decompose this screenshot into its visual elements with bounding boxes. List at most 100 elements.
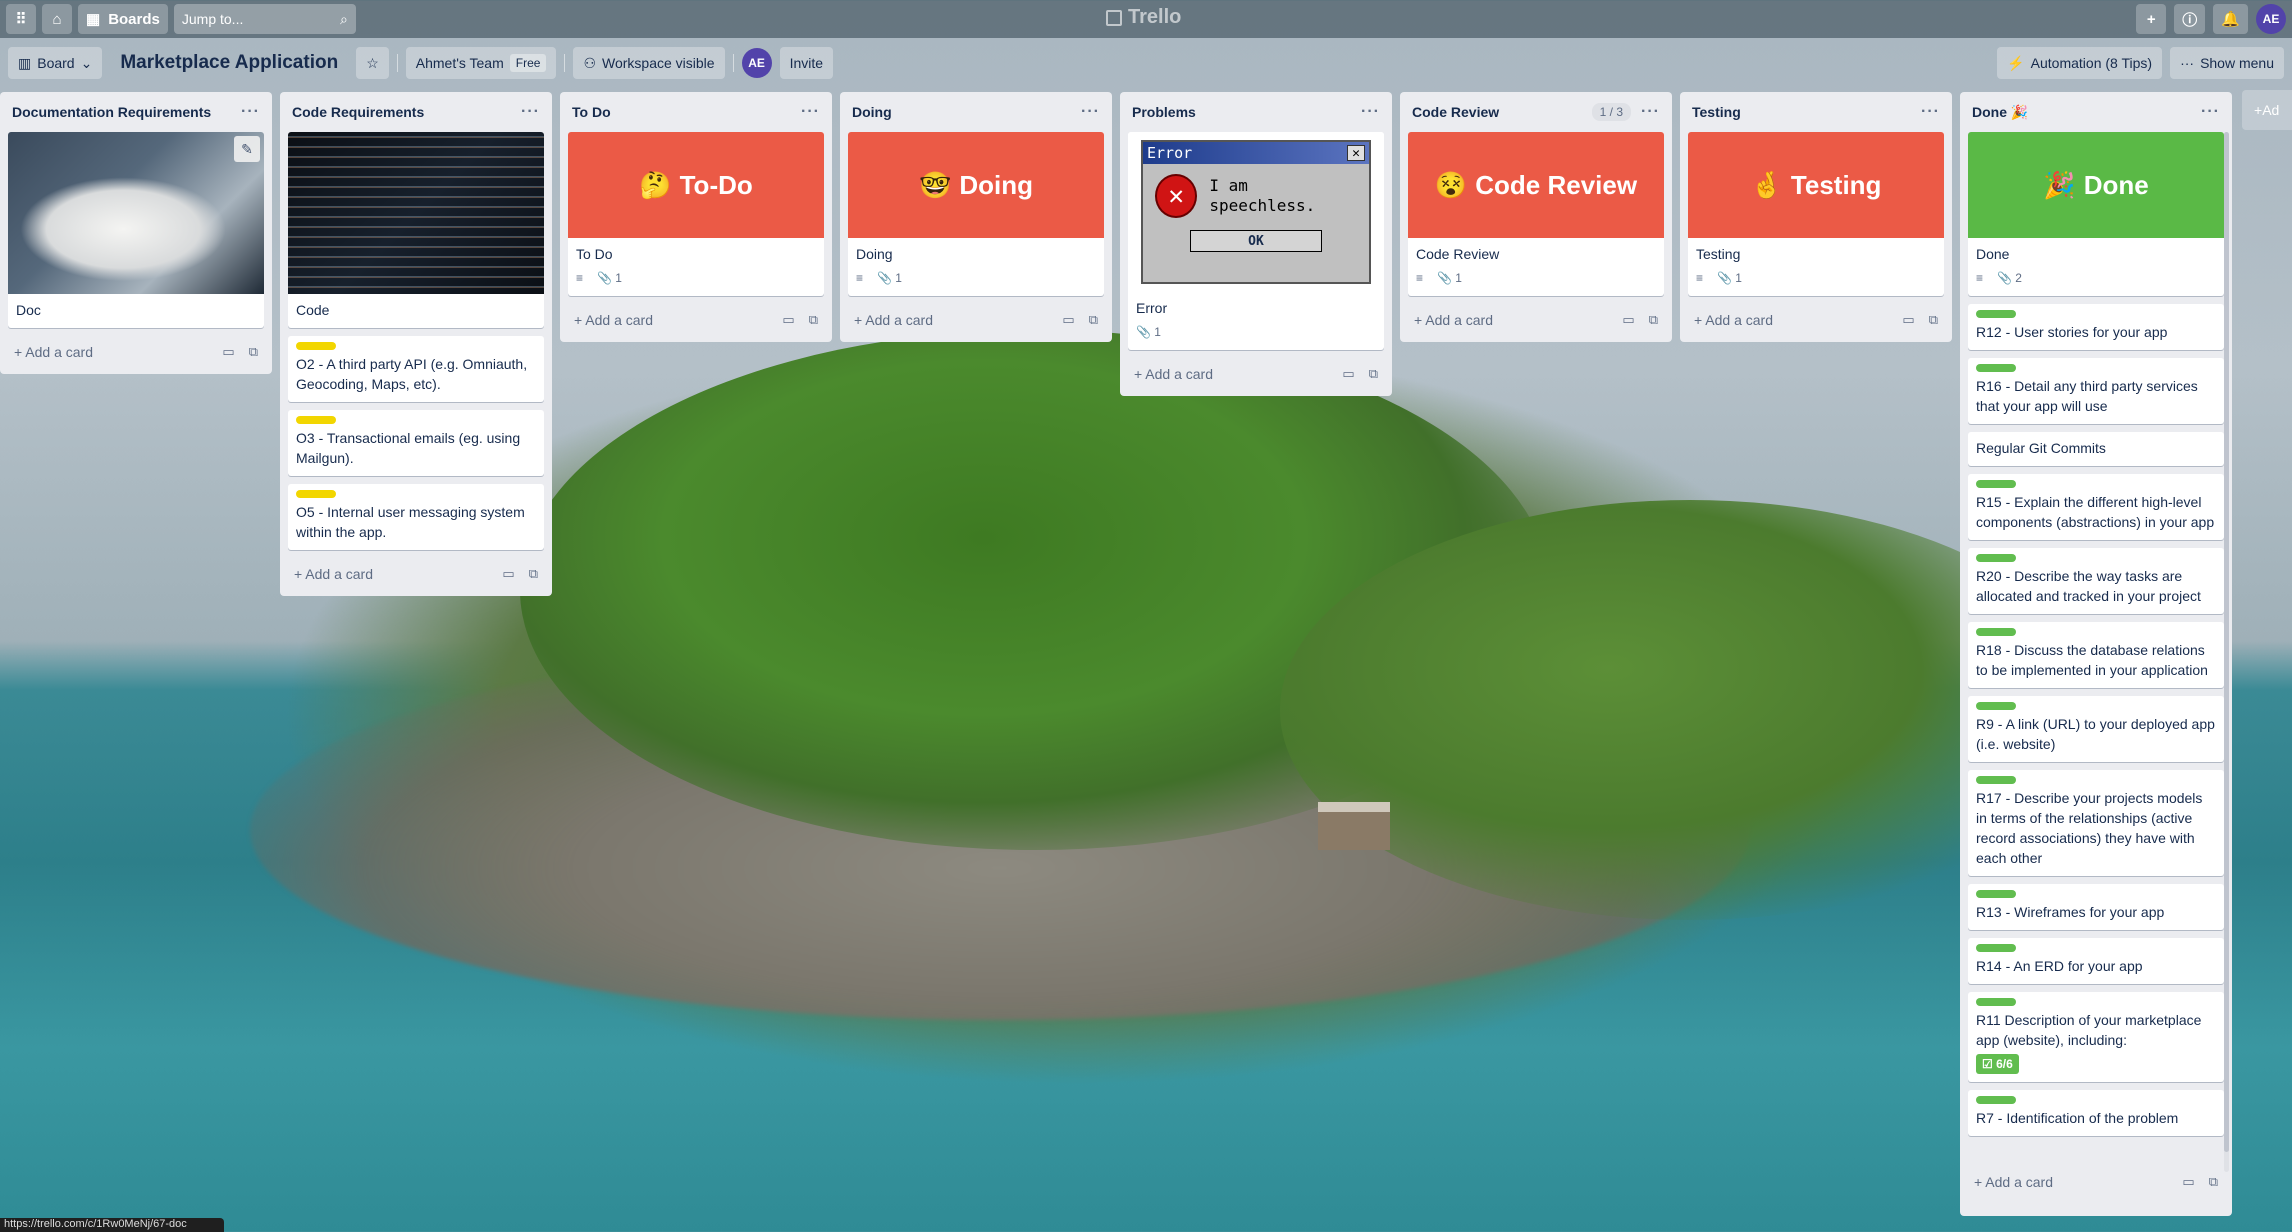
list-menu-icon[interactable]: ···	[801, 103, 820, 121]
card-r12[interactable]: R12 - User stories for your app	[1968, 304, 2224, 350]
card-doing[interactable]: 🤓 Doing Doing ≡ 📎 1	[848, 132, 1104, 296]
template-icon[interactable]: ▭	[1902, 312, 1914, 328]
card-r20[interactable]: R20 - Describe the way tasks are allocat…	[1968, 548, 2224, 614]
list-header[interactable]: Testing ···	[1688, 92, 1944, 132]
card-r7[interactable]: R7 - Identification of the problem	[1968, 1090, 2224, 1136]
list-menu-icon[interactable]: ···	[521, 103, 540, 121]
invite-button[interactable]: Invite	[779, 47, 834, 79]
card-r13[interactable]: R13 - Wireframes for your app	[1968, 884, 2224, 930]
card-label-yellow[interactable]	[296, 490, 336, 498]
card-label-green[interactable]	[1976, 998, 2016, 1006]
list-title[interactable]: Documentation Requirements	[12, 104, 211, 120]
card-o5[interactable]: O5 - Internal user messaging system with…	[288, 484, 544, 550]
card-label-green[interactable]	[1976, 890, 2016, 898]
list-title[interactable]: Code Review	[1412, 104, 1499, 120]
jump-to-search[interactable]: Jump to... ⌕	[173, 4, 356, 34]
board-view-switcher[interactable]: ▥ Board ⌄	[8, 47, 103, 79]
list-menu-icon[interactable]: ···	[1361, 103, 1380, 121]
home-icon[interactable]: ⌂	[42, 4, 72, 34]
list-title-wrap[interactable]: Done 🎉	[1972, 104, 2028, 121]
show-menu-button[interactable]: ··· Show menu	[2170, 47, 2284, 79]
add-card-button[interactable]: + Add a card	[574, 312, 653, 328]
list-menu-icon[interactable]: ···	[2201, 103, 2220, 121]
create-plus-icon[interactable]: +	[2136, 4, 2167, 34]
card-label-yellow[interactable]	[296, 416, 336, 424]
card-label-green[interactable]	[1976, 776, 2016, 784]
list-menu-icon[interactable]: ···	[241, 103, 260, 121]
card-done[interactable]: 🎉 Done Done ≡ 📎 2	[1968, 132, 2224, 296]
list-menu-icon[interactable]: ···	[1921, 103, 1940, 121]
card-template-icon[interactable]: ⧉	[809, 312, 818, 328]
card-label-green[interactable]	[1976, 310, 2016, 318]
template-icon[interactable]: ▭	[1062, 312, 1074, 328]
list-title[interactable]: To Do	[572, 104, 611, 120]
card-r15[interactable]: R15 - Explain the different high-level c…	[1968, 474, 2224, 540]
trello-logo[interactable]: Trello	[1106, 6, 1181, 29]
add-card-button[interactable]: + Add a card	[14, 344, 93, 360]
list-title[interactable]: Doing	[852, 104, 892, 120]
list-scrollbar[interactable]	[2224, 132, 2229, 1172]
list-header[interactable]: Documentation Requirements ···	[8, 92, 264, 132]
card-r17[interactable]: R17 - Describe your projects models in t…	[1968, 770, 2224, 876]
add-card-button[interactable]: + Add a card	[1134, 366, 1213, 382]
add-card-button[interactable]: + Add a card	[854, 312, 933, 328]
card-doc[interactable]: ✎ Doc	[8, 132, 264, 328]
card-template-icon[interactable]: ⧉	[1369, 366, 1378, 382]
card-r11[interactable]: R11 Description of your marketplace app …	[1968, 992, 2224, 1082]
add-card-button[interactable]: + Add a card	[294, 566, 373, 582]
card-template-icon[interactable]: ⧉	[529, 566, 538, 582]
notification-bell-icon[interactable]: 🔔	[2213, 4, 2248, 34]
list-header[interactable]: Code Review 1 / 3 ···	[1408, 92, 1664, 132]
user-avatar[interactable]: AE	[2256, 4, 2286, 34]
list-menu-icon[interactable]: ···	[1641, 103, 1660, 121]
template-icon[interactable]: ▭	[1342, 366, 1354, 382]
card-label-green[interactable]	[1976, 944, 2016, 952]
add-card-button[interactable]: + Add a card	[1974, 1174, 2053, 1190]
list-title[interactable]: Problems	[1132, 104, 1196, 120]
card-label-yellow[interactable]	[296, 342, 336, 350]
scrollbar-thumb[interactable]	[2224, 132, 2229, 1152]
card-label-green[interactable]	[1976, 628, 2016, 636]
list-title[interactable]: Testing	[1692, 104, 1741, 120]
card-template-icon[interactable]: ⧉	[1929, 312, 1938, 328]
template-icon[interactable]: ▭	[2182, 1174, 2194, 1190]
card-template-icon[interactable]: ⧉	[1089, 312, 1098, 328]
automation-button[interactable]: ⚡ Automation (8 Tips)	[1997, 47, 2163, 79]
card-regular-git-commits[interactable]: Regular Git Commits	[1968, 432, 2224, 466]
list-header[interactable]: To Do ···	[568, 92, 824, 132]
list-menu-icon[interactable]: ···	[1081, 103, 1100, 121]
card-template-icon[interactable]: ⧉	[249, 344, 258, 360]
template-icon[interactable]: ▭	[782, 312, 794, 328]
list-header[interactable]: Done 🎉 ···	[1968, 92, 2224, 132]
apps-grid-icon[interactable]: ⠿	[6, 4, 36, 34]
list-header[interactable]: Code Requirements ···	[288, 92, 544, 132]
card-o2[interactable]: O2 - A third party API (e.g. Omniauth, G…	[288, 336, 544, 402]
card-template-icon[interactable]: ⧉	[1649, 312, 1658, 328]
star-button[interactable]: ☆	[356, 47, 389, 79]
card-label-green[interactable]	[1976, 554, 2016, 562]
team-button[interactable]: Ahmet's Team Free	[405, 47, 557, 79]
card-label-green[interactable]	[1976, 364, 2016, 372]
card-r9[interactable]: R9 - A link (URL) to your deployed app (…	[1968, 696, 2224, 762]
card-code-review[interactable]: 😵 Code Review Code Review ≡ 📎 1	[1408, 132, 1664, 296]
template-icon[interactable]: ▭	[502, 566, 514, 582]
template-icon[interactable]: ▭	[1622, 312, 1634, 328]
card-template-icon[interactable]: ⧉	[2209, 1174, 2218, 1190]
card-label-green[interactable]	[1976, 480, 2016, 488]
list-cards-scroll[interactable]: 🎉 Done Done ≡ 📎 2 R12 - User stories for …	[1968, 132, 2224, 1166]
card-error[interactable]: Error ✕ ✕ I am speechless. OK Error 📎 1	[1128, 132, 1384, 350]
add-card-button[interactable]: + Add a card	[1414, 312, 1493, 328]
boards-button[interactable]: ▦ Boards	[78, 4, 168, 34]
add-card-button[interactable]: + Add a card	[1694, 312, 1773, 328]
card-label-green[interactable]	[1976, 1096, 2016, 1104]
card-r14[interactable]: R14 - An ERD for your app	[1968, 938, 2224, 984]
card-code[interactable]: Code	[288, 132, 544, 328]
card-r18[interactable]: R18 - Discuss the database relations to …	[1968, 622, 2224, 688]
card-label-green[interactable]	[1976, 702, 2016, 710]
list-header[interactable]: Problems ···	[1128, 92, 1384, 132]
card-o3[interactable]: O3 - Transactional emails (eg. using Mai…	[288, 410, 544, 476]
edit-pencil-icon[interactable]: ✎	[234, 136, 260, 162]
template-icon[interactable]: ▭	[222, 344, 234, 360]
visibility-button[interactable]: ⚇ Workspace visible	[573, 47, 725, 79]
list-title[interactable]: Code Requirements	[292, 104, 424, 120]
